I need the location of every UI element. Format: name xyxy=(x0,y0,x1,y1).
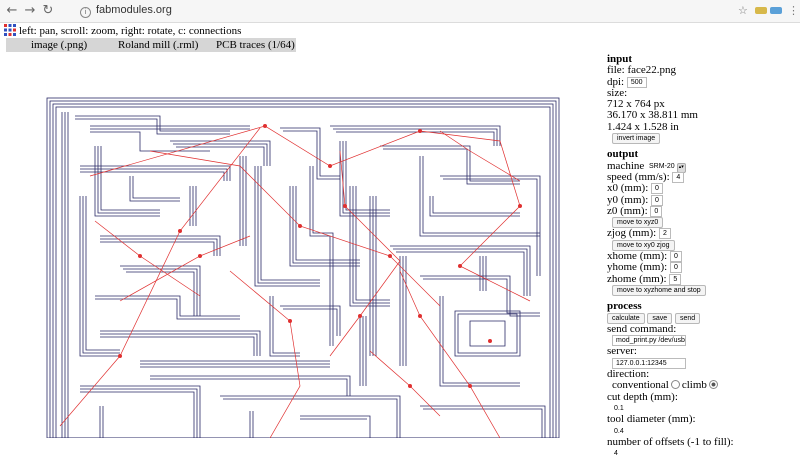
zjog-label: zjog (mm): xyxy=(607,227,657,240)
extension-icon-2[interactable] xyxy=(770,7,782,14)
instructions-bar: left: pan, scroll: zoom, right: rotate, … xyxy=(4,24,241,37)
climb-label: climb xyxy=(681,379,707,392)
z0-input[interactable]: 0 xyxy=(650,205,663,217)
dpi-input[interactable]: 500 xyxy=(626,76,647,88)
climb-radio[interactable] xyxy=(708,380,718,390)
address-bar[interactable]: i fabmodules.org xyxy=(80,3,730,18)
offsets-label: number of offsets (-1 to fill): xyxy=(607,435,734,448)
zhome-label: zhome (mm): xyxy=(607,272,667,285)
invert-image-button[interactable]: invert image xyxy=(612,133,661,145)
tab-pcb-traces[interactable]: PCB traces (1/64) xyxy=(216,38,295,52)
bookmark-star-icon[interactable]: ☆ xyxy=(738,3,748,19)
move-to-home-button[interactable]: move to xyzhome and stop xyxy=(612,284,706,296)
conventional-label: conventional xyxy=(612,379,669,392)
zhome-input[interactable]: 5 xyxy=(669,273,682,285)
instructions-text: left: pan, scroll: zoom, right: rotate, … xyxy=(19,25,242,37)
offsets-input[interactable]: 4 xyxy=(612,449,620,458)
machine-label: machine xyxy=(607,159,645,172)
cut-depth-label: cut depth (mm): xyxy=(607,390,678,403)
x0-input[interactable]: 0 xyxy=(651,183,663,195)
xhome-input[interactable]: 0 xyxy=(669,251,682,263)
conventional-radio[interactable] xyxy=(670,380,680,390)
url-text: fabmodules.org xyxy=(96,4,172,16)
x0-label: x0 (mm): xyxy=(607,182,649,195)
y0-input[interactable]: 0 xyxy=(651,194,663,206)
calculate-button[interactable]: calculate xyxy=(607,312,645,324)
tab-roland-mill[interactable]: Roland mill (.rml) xyxy=(118,38,198,52)
info-icon[interactable]: i xyxy=(80,7,91,18)
z0-label: z0 (mm): xyxy=(607,204,648,217)
speed-input[interactable]: 4 xyxy=(672,171,685,183)
back-icon[interactable]: ← xyxy=(4,3,20,19)
tool-diameter-input[interactable]: 0.4 xyxy=(612,427,626,436)
send-command-label: send command: xyxy=(607,322,677,335)
connection-lines xyxy=(59,125,531,438)
zjog-input[interactable]: 2 xyxy=(658,228,671,240)
tool-diameter-label: tool diameter (mm): xyxy=(607,413,696,426)
yhome-input[interactable]: 0 xyxy=(669,262,682,274)
module-selector-bar: image (.png) Roland mill (.rml) PCB trac… xyxy=(6,38,296,52)
toolpath-canvas[interactable] xyxy=(0,56,580,438)
extension-icon[interactable] xyxy=(755,7,767,14)
send-button[interactable]: send xyxy=(674,312,701,324)
save-button[interactable]: save xyxy=(647,312,673,324)
tab-image-png[interactable]: image (.png) xyxy=(31,38,87,52)
reload-icon[interactable]: ↻ xyxy=(40,3,56,19)
file-name: file: face22.png xyxy=(607,64,677,77)
fabmodules-logo-icon xyxy=(4,24,16,36)
machine-select[interactable]: SRM-20 xyxy=(647,162,677,171)
control-panel: input file: face22.png dpi: 500 size: 71… xyxy=(607,53,800,459)
menu-icon[interactable]: ⋮ xyxy=(788,3,799,19)
cut-depth-input[interactable]: 0.1 xyxy=(612,404,626,413)
forward-icon[interactable]: → xyxy=(22,3,38,19)
yhome-label: yhome (mm): xyxy=(607,261,668,274)
speed-label: speed (mm/s): xyxy=(607,170,670,183)
xhome-label: xhome (mm): xyxy=(607,250,668,263)
dpi-label: dpi: xyxy=(607,75,625,88)
size-in: 1.424 x 1.528 in xyxy=(607,120,679,133)
server-label: server: xyxy=(607,345,637,358)
y0-label: y0 (mm): xyxy=(607,193,649,206)
process-heading: process xyxy=(607,300,642,313)
browser-toolbar: ← → ↻ i fabmodules.org ☆ ⋮ xyxy=(0,0,800,23)
